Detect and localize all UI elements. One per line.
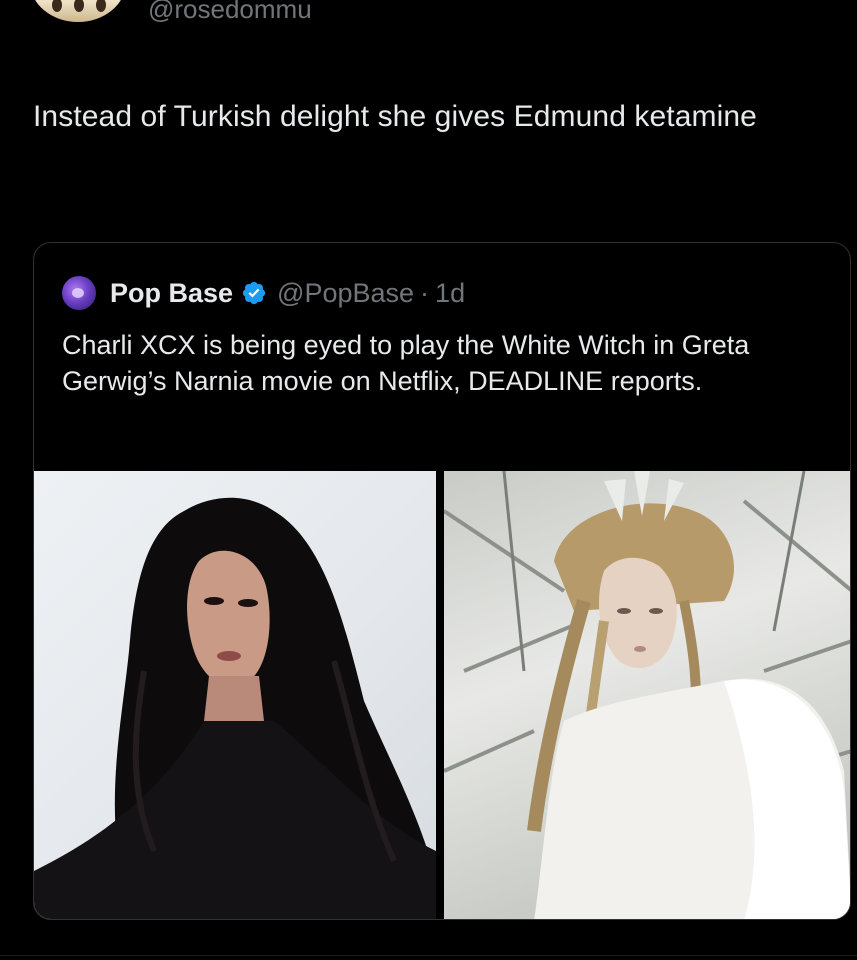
- avatar[interactable]: [30, 0, 126, 22]
- tweet-text: Instead of Turkish delight she gives Edm…: [33, 100, 757, 133]
- quote-text: Charli XCX is being eyed to play the Whi…: [62, 330, 750, 396]
- quote-timestamp[interactable]: 1d: [435, 278, 465, 309]
- photo-portrait-dark-hair-icon: [34, 497, 436, 919]
- bottom-divider-area: [0, 940, 857, 960]
- author-row[interactable]: @rosedommu: [30, 0, 530, 24]
- divider: [0, 955, 857, 956]
- quote-tweet-card[interactable]: Pop Base @PopBase · 1d Charli XCX is bei…: [33, 242, 851, 920]
- quote-avatar[interactable]: [62, 276, 96, 310]
- quote-header: Pop Base @PopBase · 1d: [62, 273, 465, 313]
- tweet-page: @rosedommu Instead of Turkish delight sh…: [0, 0, 857, 960]
- author-handle[interactable]: @rosedommu: [148, 0, 312, 24]
- media-image-left[interactable]: [34, 471, 436, 919]
- verified-badge-icon: [242, 281, 266, 305]
- photo-white-witch-snow-icon: [444, 471, 850, 919]
- media-image-right[interactable]: [444, 471, 850, 919]
- quote-media-grid: [34, 471, 850, 919]
- quote-author-name[interactable]: Pop Base: [110, 278, 233, 309]
- separator-dot: ·: [420, 277, 430, 308]
- quote-author-handle[interactable]: @PopBase: [277, 278, 414, 309]
